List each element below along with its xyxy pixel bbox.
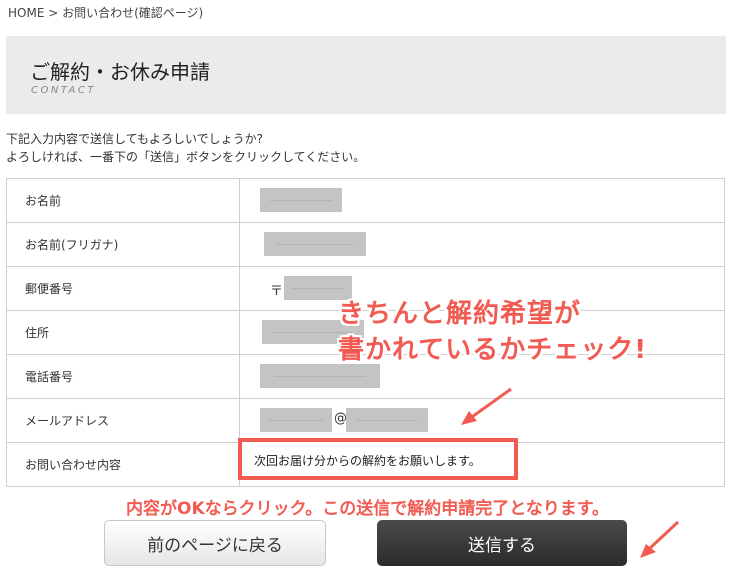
address-label: 住所 xyxy=(6,310,240,355)
redacted-value xyxy=(346,408,428,432)
name-label: お名前 xyxy=(6,178,240,223)
page-subtitle: CONTACT xyxy=(31,85,96,96)
inquiry-label: お問い合わせ内容 xyxy=(6,442,240,487)
postal-label: 郵便番号 xyxy=(6,266,240,311)
redacted-value xyxy=(260,408,332,432)
check-annotation: きちんと解約希望が 書かれているかチェック! xyxy=(338,296,647,368)
postal-mark: 〒 xyxy=(270,284,284,299)
arrow-icon xyxy=(461,387,512,425)
table-row: メールアドレス @ xyxy=(6,398,725,443)
inquiry-value: 次回お届け分からの解約をお願いします。 xyxy=(238,438,725,487)
intro-line-2: よろしければ、一番下の「送信」ボタンをクリックしてください。 xyxy=(6,150,366,164)
page-header: ご解約・お休み申請 CONTACT xyxy=(6,36,726,114)
kana-value xyxy=(239,222,725,267)
table-row: お名前(フリガナ) xyxy=(6,222,725,267)
breadcrumb: HOME > お問い合わせ(確認ページ) xyxy=(8,6,204,20)
page-title: ご解約・お休み申請 xyxy=(30,60,210,84)
intro-text: 下記入力内容で送信してもよろしいでしょうか? よろしければ、一番下の「送信」ボタ… xyxy=(6,130,365,166)
name-value xyxy=(239,178,725,223)
kana-label: お名前(フリガナ) xyxy=(6,222,240,267)
send-annotation: 内容がOKならクリック。この送信で解約申請完了となります。 xyxy=(126,499,610,519)
table-row: お問い合わせ内容 次回お届け分からの解約をお願いします。 xyxy=(6,438,725,487)
phone-label: 電話番号 xyxy=(6,354,240,399)
check-annotation-line-1: きちんと解約希望が xyxy=(338,299,582,329)
redacted-value xyxy=(264,232,366,256)
intro-line-1: 下記入力内容で送信してもよろしいでしょうか? xyxy=(6,132,264,146)
back-button[interactable]: 前のページに戻る xyxy=(104,520,326,566)
table-row: お名前 xyxy=(6,178,725,223)
arrow-icon xyxy=(640,520,680,558)
email-label: メールアドレス xyxy=(6,398,240,443)
inquiry-highlight-box: 次回お届け分からの解約をお願いします。 xyxy=(238,438,518,480)
redacted-value xyxy=(260,188,342,212)
send-button[interactable]: 送信する xyxy=(377,520,627,566)
check-annotation-line-2: 書かれているかチェック! xyxy=(338,335,648,365)
